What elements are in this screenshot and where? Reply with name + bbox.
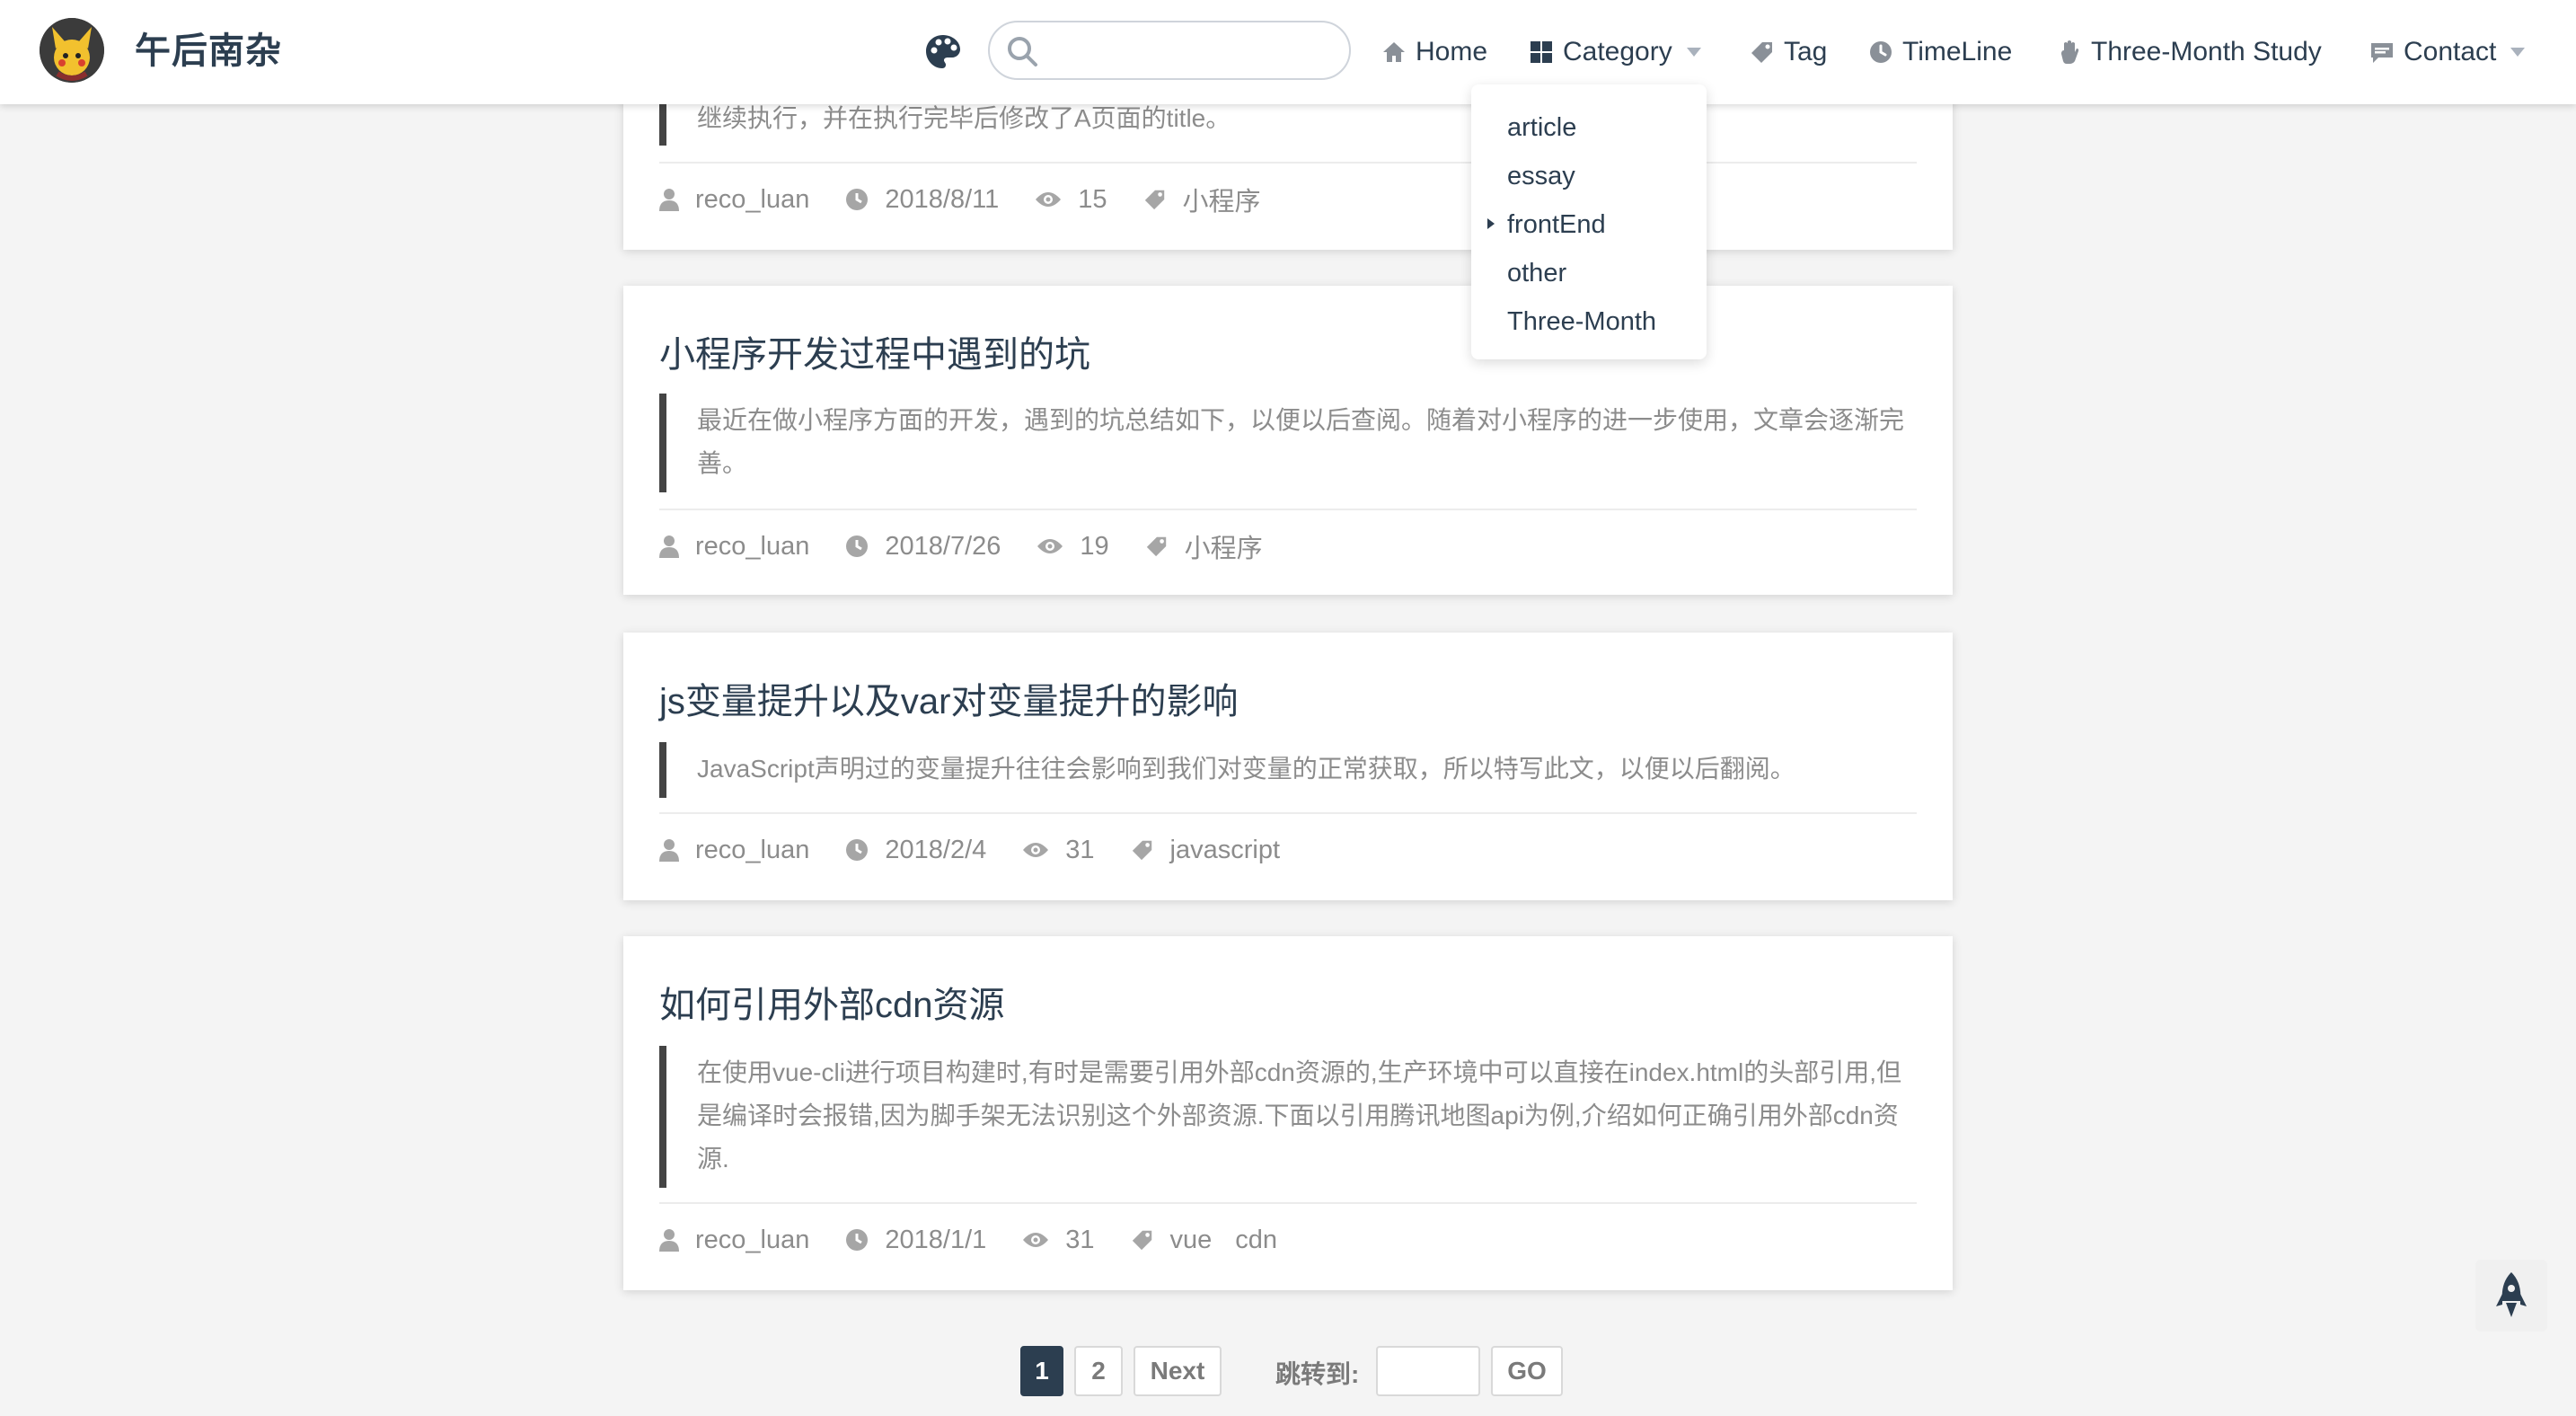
back-to-top-button[interactable] [2475,1260,2547,1332]
message-icon [2371,43,2393,63]
eye-icon [1023,843,1049,857]
post-card: 如何引用外部cdn资源 在使用vue-cli进行项目构建时,有时是需要引用外部c… [623,936,1953,1290]
dropdown-item-essay[interactable]: essay [1507,160,1575,192]
divider [659,162,1917,164]
post-date: 2018/2/4 [845,836,986,865]
next-page-button[interactable]: Next [1134,1346,1222,1396]
page-button-1[interactable]: 1 [1020,1346,1063,1396]
divider [659,812,1917,814]
post-tag[interactable]: 小程序 [1183,181,1261,218]
post-author: reco_luan [659,836,809,865]
divider [659,1202,1917,1204]
nav-three-month-study[interactable]: Three-Month Study [2057,32,2322,72]
go-button[interactable]: GO [1491,1346,1563,1396]
post-date: 2018/7/26 [845,532,1001,562]
post-tag[interactable]: vue [1170,1226,1213,1255]
post-author: reco_luan [659,1226,809,1255]
tag-icon [1144,190,1164,210]
post-meta: reco_luan 2018/7/26 19 小程序 [659,528,1322,564]
post-views: 31 [1022,836,1095,865]
post-card: 小程序开发过程中遇到的坑 最近在做小程序方面的开发，遇到的坑总结如下，以便以后查… [623,286,1953,595]
nav-home-label: Home [1416,37,1488,66]
eye-icon [1036,192,1062,207]
nav-contact[interactable]: Contact [2369,32,2526,72]
post-tags: 小程序 [1145,527,1286,565]
post-excerpt: 最近在做小程序方面的开发，遇到的坑总结如下，以便以后查阅。随着对小程序的进一步使… [659,394,1917,492]
post-title[interactable]: 小程序开发过程中遇到的坑 [659,325,1090,377]
search-input[interactable] [1053,30,1335,73]
clock-icon [1870,41,1892,63]
tag-icon [1751,42,1772,63]
site-logo-avatar[interactable] [40,18,104,83]
caret-right-icon [1487,218,1495,229]
dropdown-item-three-month[interactable]: Three-Month [1507,305,1656,338]
dropdown-item-frontend[interactable]: frontEnd [1507,208,1606,241]
post-views: 31 [1022,1226,1095,1255]
post-title[interactable]: js变量提升以及var对变量提升的影响 [659,672,1238,724]
tag-icon [1132,840,1151,861]
search-box[interactable] [988,21,1351,80]
jump-to-label: 跳转到: [1275,1360,1360,1388]
nav-contact-label: Contact [2404,37,2497,66]
post-tag[interactable]: javascript [1170,836,1281,865]
post-tag[interactable]: cdn [1235,1226,1277,1255]
user-icon [659,1229,679,1252]
search-icon [1008,37,1037,66]
post-meta: reco_luan 2018/8/11 15 小程序 [659,181,1320,217]
clock-icon [846,535,869,557]
tag-icon [1146,536,1166,557]
divider [659,509,1917,510]
chevron-down-icon [2510,48,2526,57]
jump-page-input[interactable] [1376,1346,1480,1396]
post-author: reco_luan [659,185,809,215]
user-icon [659,839,679,862]
category-icon [1531,41,1552,63]
post-meta: reco_luan 2018/1/1 31 vue cdn [659,1222,1337,1258]
clock-icon [846,1229,869,1251]
post-tags: vue cdn [1131,1226,1301,1255]
hand-icon [2061,40,2079,64]
rocket-icon [2496,1272,2527,1317]
site-title[interactable]: 午后南杂 [135,29,282,74]
user-icon [659,189,679,211]
nav-category[interactable]: Category [1529,32,1701,72]
category-dropdown-menu: article essay frontEnd other Three-Month [1471,84,1707,359]
post-tags: 小程序 [1143,181,1284,218]
user-icon [659,535,679,558]
home-icon [1383,42,1405,62]
nav-tag-label: Tag [1784,37,1828,66]
nav-timeline[interactable]: TimeLine [1868,32,2012,72]
nav-category-label: Category [1563,37,1672,66]
eye-icon [1023,1233,1049,1247]
chevron-down-icon [1686,48,1701,57]
post-excerpt: 在使用vue-cli进行项目构建时,有时是需要引用外部cdn资源的,生产环境中可… [659,1046,1917,1188]
post-views: 19 [1037,532,1109,562]
post-views: 15 [1035,185,1107,215]
clock-icon [846,839,869,861]
post-excerpt: JavaScript声明过的变量提升往往会影响到我们对变量的正常获取，所以特写此… [659,742,1917,798]
post-title[interactable]: 如何引用外部cdn资源 [659,976,1005,1028]
eye-icon [1037,539,1063,553]
nav-home[interactable]: Home [1381,32,1487,72]
clock-icon [846,189,869,210]
nav-timeline-label: TimeLine [1902,37,2013,66]
dropdown-item-article[interactable]: article [1507,111,1576,144]
nav-tag[interactable]: Tag [1750,32,1827,72]
tag-icon [1132,1230,1151,1251]
post-date: 2018/1/1 [845,1226,986,1255]
post-tags: javascript [1131,836,1304,865]
post-meta: reco_luan 2018/2/4 31 javascript [659,832,1339,868]
palette-icon[interactable] [923,32,963,72]
post-date: 2018/8/11 [845,185,999,215]
nav-three-month-study-label: Three-Month Study [2091,37,2322,66]
post-author: reco_luan [659,532,809,562]
dropdown-item-other[interactable]: other [1507,257,1566,289]
navbar: 午后南杂 Home Category Tag TimeLine Three-Mo… [0,0,2576,104]
post-tag[interactable]: 小程序 [1185,527,1263,565]
post-card: js变量提升以及var对变量提升的影响 JavaScript声明过的变量提升往往… [623,633,1953,900]
page-button-2[interactable]: 2 [1074,1346,1123,1396]
